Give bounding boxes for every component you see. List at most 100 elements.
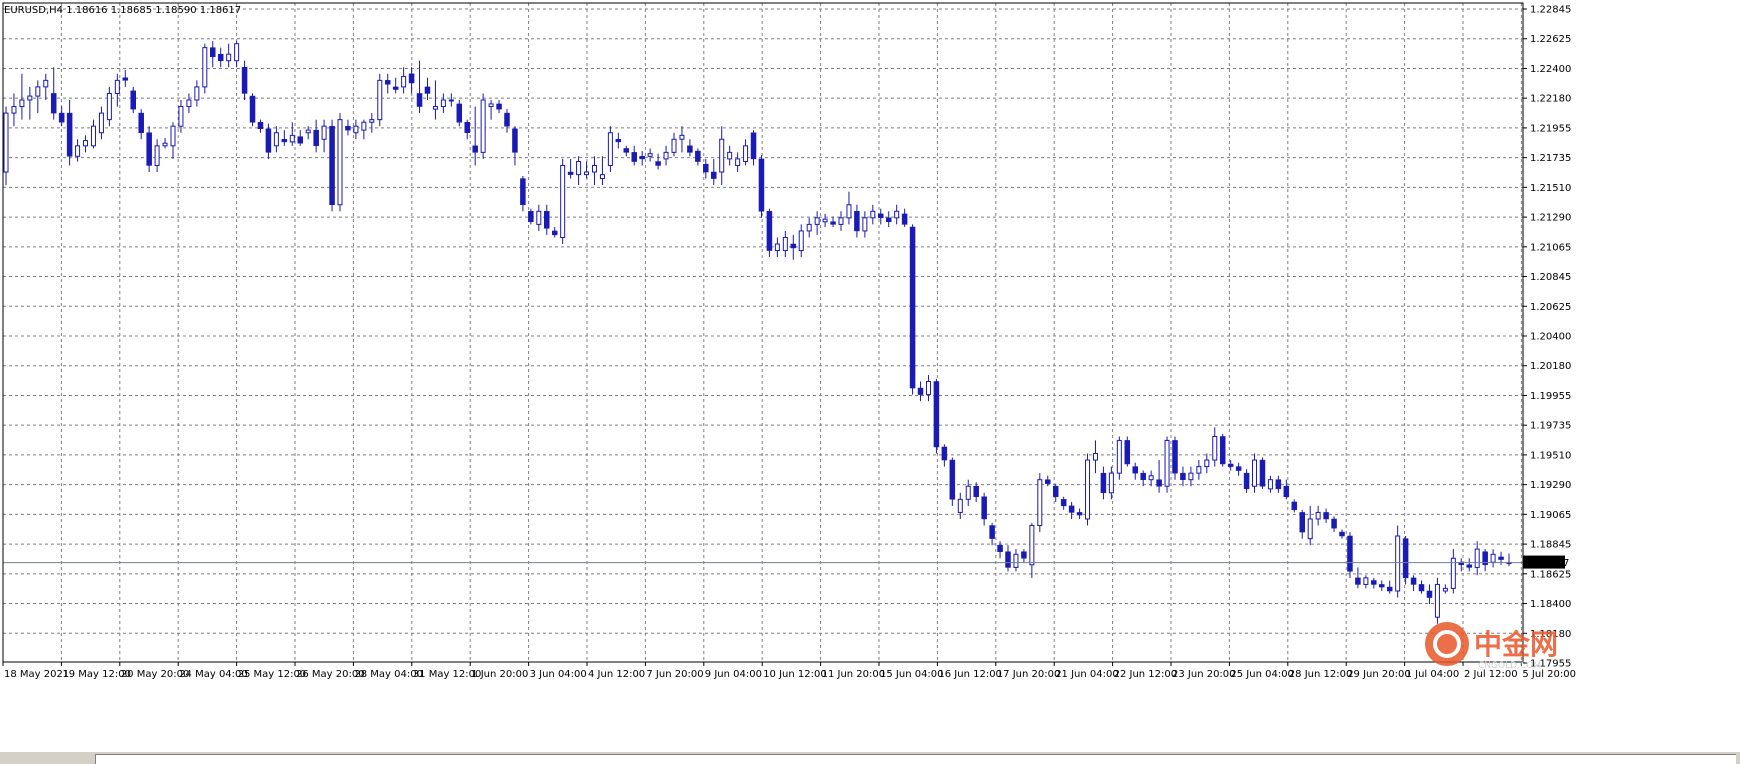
candle-body-bear	[1124, 440, 1131, 465]
candle-body-bear	[130, 90, 136, 110]
candle-body-bear	[615, 139, 622, 143]
time-axis-label: 11 Jun 20:00	[822, 669, 886, 680]
candle	[377, 73, 383, 127]
price-axis-label: 1.19510	[1530, 450, 1571, 461]
candle-body-bear	[949, 459, 956, 500]
candle-body-bull	[19, 99, 25, 108]
current-price-label: 1.18617	[1528, 558, 1569, 569]
candle	[329, 119, 335, 212]
candle-body-bear	[456, 103, 463, 123]
candle-body-bear	[424, 86, 431, 94]
candle-body-bull	[679, 134, 685, 140]
candle-body-bear	[50, 93, 57, 114]
candle-body-bear	[1005, 551, 1011, 568]
price-axis-label: 1.22845	[1530, 5, 1571, 16]
candle-body-bear	[631, 152, 637, 162]
candle	[1347, 532, 1353, 578]
candle-body-bear	[249, 95, 256, 123]
candle-body-bull	[234, 43, 240, 62]
candle-body-bear	[933, 381, 940, 448]
candle-body-bear	[878, 213, 884, 219]
candle-body-bear	[416, 93, 423, 107]
candle-body-bull	[43, 79, 49, 88]
candle-body-bear	[711, 171, 717, 179]
candle-body-bear	[1259, 459, 1266, 487]
candle-body-bear	[639, 156, 645, 160]
candle-body-bull	[480, 99, 486, 153]
candle-body-bull	[671, 138, 677, 153]
candle	[758, 154, 765, 218]
time-axis-label: 9 Jun 04:00	[705, 669, 762, 680]
candle-body-bull	[11, 106, 17, 114]
candle-body-bull	[862, 217, 868, 232]
bottom-tab-strip	[0, 752, 1740, 764]
candle-body-bear	[281, 139, 288, 143]
candle-body-bull	[353, 125, 359, 134]
price-axis-label: 1.21065	[1530, 242, 1571, 253]
candle-body-bull	[1164, 439, 1170, 487]
price-axis-label: 1.20845	[1530, 272, 1571, 283]
candle-body-bull	[965, 485, 971, 500]
candle-body-bull	[870, 210, 876, 219]
time-axis-label: 29 Jun 20:00	[1347, 669, 1411, 680]
candle-body-bull	[1267, 479, 1273, 490]
candle-body-bear	[520, 178, 526, 205]
candle-body-bull	[1442, 587, 1448, 592]
candle-body-bear	[1132, 466, 1138, 474]
price-axis-label: 1.20400	[1530, 332, 1571, 343]
candle-body-bear	[1068, 505, 1075, 513]
candle-body-bear	[917, 387, 924, 395]
candle-body-bear	[345, 125, 351, 131]
candle-body-bull	[1085, 459, 1091, 520]
time-axis-label: 28 Jun 12:00	[1289, 669, 1353, 680]
candle-body-bull	[599, 174, 605, 180]
candle-body-bull	[1116, 439, 1122, 474]
candle-body-bear	[567, 171, 574, 175]
candle-body-bull	[377, 79, 383, 121]
candle-body-bull	[584, 171, 590, 176]
candle-body-bear	[241, 67, 248, 94]
candle-body-bull	[75, 145, 81, 157]
candle-body-bull	[369, 119, 375, 123]
candle-body-bull	[1490, 553, 1496, 563]
candle-body-bear	[695, 150, 701, 162]
candle-body-bull	[1307, 518, 1313, 540]
candle	[1402, 535, 1409, 585]
candle-body-bull	[894, 210, 900, 219]
chart-area[interactable]: 1.22845 1.22625 1.22400 1.22180 1.21955 1.217…	[0, 0, 1740, 764]
candle-body-bull	[83, 140, 89, 147]
candle-body-bear	[1331, 518, 1337, 529]
candle-body-bear	[217, 53, 224, 61]
candle-body-bull	[1148, 475, 1154, 481]
candle-body-bull	[401, 75, 407, 88]
candle-body-bear	[1045, 479, 1051, 484]
candle-body-bull	[194, 86, 200, 101]
candle	[909, 224, 916, 395]
candle-body-bear	[384, 80, 391, 85]
chart-tab[interactable]	[95, 754, 1736, 764]
candle-body-bull	[838, 217, 844, 225]
candle-body-bear	[981, 496, 987, 520]
candle-body-bull	[1395, 535, 1401, 592]
candle-body-bear	[210, 47, 216, 58]
candle-body-bear	[1498, 556, 1504, 560]
candle-body-bull	[170, 125, 176, 147]
candle-body-bear	[504, 112, 510, 127]
candle	[1037, 473, 1043, 533]
candle-body-bear	[138, 112, 144, 133]
time-axis-label: 16 Jun 12:00	[938, 669, 1002, 680]
time-axis-label: 3 Jun 04:00	[530, 669, 587, 680]
candle-body-bull	[90, 125, 96, 147]
candle-body-bull	[1108, 472, 1114, 494]
price-axis-label: 1.22625	[1530, 34, 1571, 45]
candle-body-bull	[925, 380, 931, 396]
candle-body-bear	[1299, 512, 1305, 533]
candle-body-bear	[1235, 466, 1242, 471]
candle-body-bull	[432, 106, 438, 110]
candle-body-bull	[727, 151, 733, 160]
candle-body-bull	[1092, 453, 1098, 461]
candle-body-bull	[27, 95, 33, 101]
candle-body-bear	[408, 73, 415, 84]
candle-body-bear	[885, 217, 892, 223]
candle-body-bull	[957, 498, 963, 513]
